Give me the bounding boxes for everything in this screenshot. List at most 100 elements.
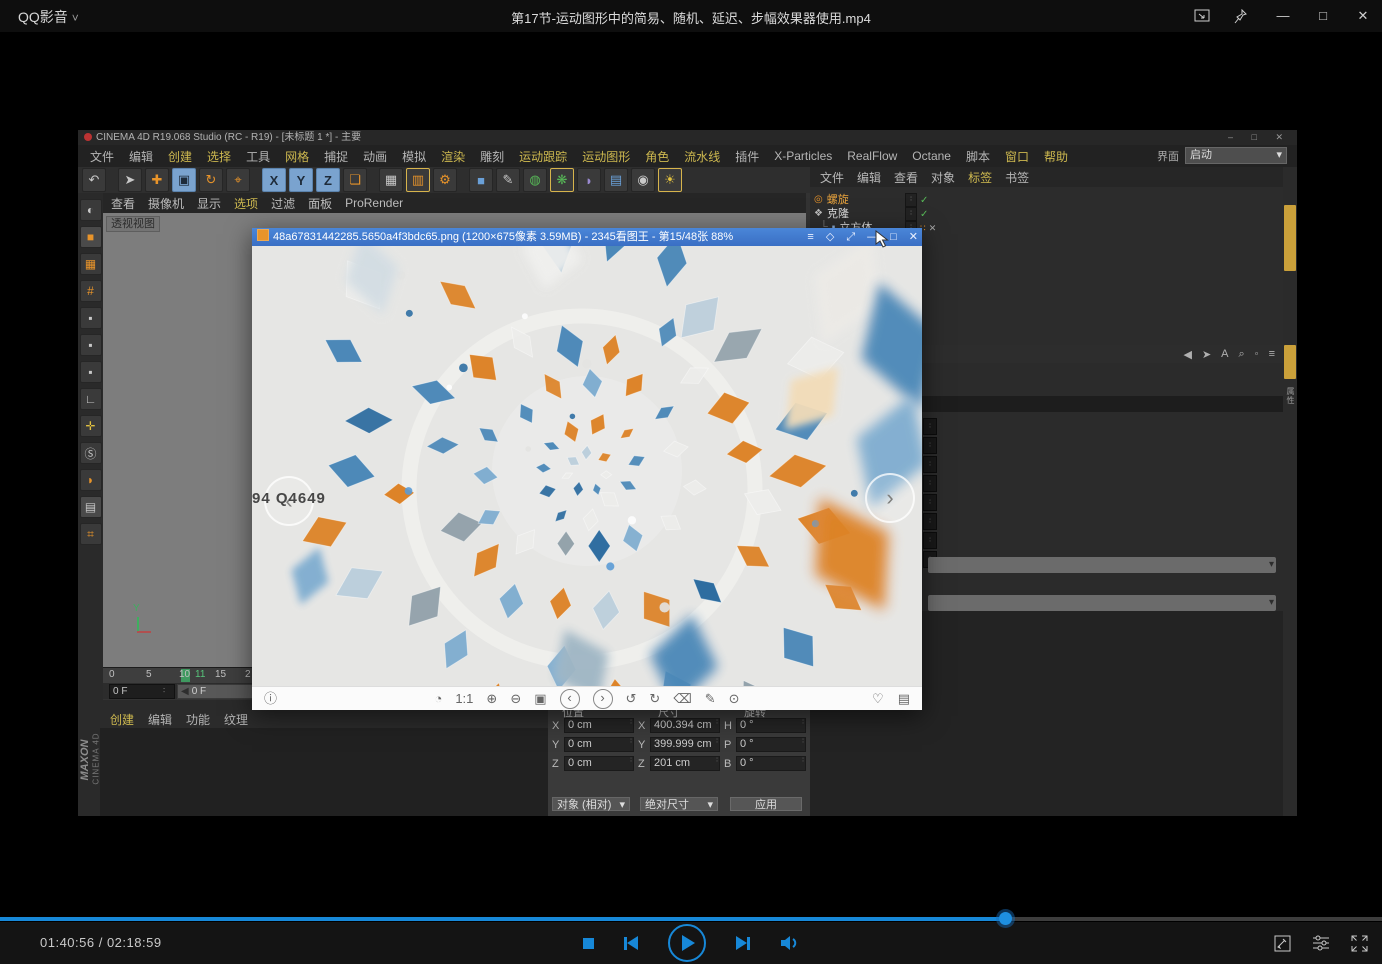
polygons-mode-icon[interactable]: ▪ (80, 361, 102, 383)
locked-workplane-icon[interactable]: ⌗ (80, 523, 102, 545)
volume-button[interactable] (780, 935, 800, 951)
fit-screen-icon[interactable]: ▣ (534, 689, 546, 709)
c4d-menu-item[interactable]: 脚本 (966, 148, 990, 165)
edit-icon[interactable]: ✎ (705, 689, 716, 709)
add-cube-icon[interactable]: ■ (469, 168, 493, 192)
pos-z-field[interactable]: 0 cm∶ (564, 756, 634, 771)
workplane-mode-icon[interactable]: # (80, 280, 102, 302)
edges-mode-icon[interactable]: ▪ (80, 334, 102, 356)
value-stepper[interactable]: ∶ (923, 475, 937, 492)
axis-mode-icon[interactable]: ∟ (80, 388, 102, 410)
history-back-icon[interactable]: ◀ (1183, 348, 1191, 361)
lock-x-button[interactable]: X (262, 168, 286, 192)
light-icon[interactable]: ☀ (658, 168, 682, 192)
size-x-field[interactable]: 400.394 cm∶ (650, 718, 720, 733)
screenshot-tool-button[interactable] (1274, 935, 1291, 952)
maximize-button[interactable]: □ (1314, 7, 1332, 25)
lock-z-button[interactable]: Z (316, 168, 340, 192)
material-menu-item[interactable]: 功能 (186, 711, 210, 728)
rotate-icon[interactable]: ↻ (199, 168, 223, 192)
value-stepper[interactable]: ∶ (923, 418, 937, 435)
auto-mode-icon[interactable]: A (1221, 348, 1228, 360)
c4d-menu-item[interactable]: 窗口 (1005, 148, 1029, 165)
c4d-menu-item[interactable]: 文件 (90, 148, 114, 165)
c4d-menu-item[interactable]: 雕刻 (480, 148, 504, 165)
viewport-menu-item[interactable]: 面板 (308, 195, 332, 212)
frame-slider[interactable]: ◀0 F (177, 684, 263, 699)
om-menu-item[interactable]: 对象 (931, 169, 955, 186)
size-z-field[interactable]: 201 cm∶ (650, 756, 720, 771)
c4d-menu-item[interactable]: RealFlow (847, 149, 897, 163)
seek-bar[interactable] (0, 915, 1382, 922)
slideshow-icon[interactable]: ◔ (434, 689, 442, 709)
panel-menu-icon[interactable]: ≡ (1269, 348, 1275, 360)
c4d-menu-item[interactable]: 插件 (735, 148, 759, 165)
folder-icon[interactable]: ▤ (898, 689, 910, 709)
phong-tag-icon[interactable]: ✕ (929, 223, 937, 234)
next-image-icon[interactable]: › (593, 689, 613, 709)
viewport-menu-item[interactable]: 选项 (234, 195, 258, 212)
c4d-menu-item[interactable]: 运动跟踪 (519, 148, 567, 165)
tweak-mode-icon[interactable]: ▤ (80, 496, 102, 518)
pos-y-field[interactable]: 0 cm∶ (564, 737, 634, 752)
live-selection-icon[interactable]: ➤ (118, 168, 142, 192)
interface-dropdown[interactable]: 启动▾ (1185, 147, 1287, 164)
rotate-right-icon[interactable]: ↻ (649, 689, 660, 709)
value-stepper[interactable]: ∶ (923, 513, 937, 530)
layout-tab-orange[interactable] (1284, 205, 1296, 271)
move-icon[interactable]: ✚ (145, 168, 169, 192)
c4d-menu-item[interactable]: 捕捉 (324, 148, 348, 165)
viewport-solo-icon[interactable]: ◗ (80, 469, 102, 491)
c4d-menu-item[interactable]: 流水线 (684, 148, 720, 165)
render-view-icon[interactable]: ▦ (379, 168, 403, 192)
mograph-icon[interactable]: ❋ (550, 168, 574, 192)
om-menu-item[interactable]: 编辑 (857, 169, 881, 186)
render-settings-icon[interactable]: ⚙ (433, 168, 457, 192)
floor-icon[interactable]: ▤ (604, 168, 628, 192)
info-icon[interactable]: ⓘ (264, 689, 277, 709)
c4d-menu-item[interactable]: 角色 (645, 148, 669, 165)
pen-icon[interactable]: ✎ (496, 168, 520, 192)
rot-p-field[interactable]: 0 °∶ (736, 737, 806, 752)
frame-number-field[interactable]: 0 F (109, 684, 175, 699)
om-menu-item[interactable]: 文件 (820, 169, 844, 186)
vertical-tab-label[interactable]: 属性 (1285, 387, 1296, 405)
more-icon[interactable]: ⊙ (729, 689, 740, 709)
subdivision-icon[interactable]: ◍ (523, 168, 547, 192)
rot-b-field[interactable]: 0 °∶ (736, 756, 806, 771)
om-menu-item[interactable]: 标签 (968, 169, 992, 186)
scale-icon[interactable]: ▣ (172, 168, 196, 192)
previous-button[interactable] (624, 936, 638, 950)
zoom-in-icon[interactable]: ⊕ (486, 689, 497, 709)
viewer-fullscreen-icon[interactable]: ⤢ (846, 228, 855, 246)
next-image-overlay-button[interactable]: › (865, 473, 915, 523)
attributes-tab[interactable] (1284, 345, 1296, 379)
value-stepper[interactable]: ∶ (923, 437, 937, 454)
last-tool-icon[interactable]: ⌖ (226, 168, 250, 192)
rot-h-field[interactable]: 0 °∶ (736, 718, 806, 733)
enable-axis-icon[interactable]: ✛ (80, 415, 102, 437)
attribute-slider[interactable]: ▾ (928, 595, 1276, 611)
c4d-menu-item[interactable]: 编辑 (129, 148, 153, 165)
render-picture-icon[interactable]: ▥ (406, 168, 430, 192)
texture-mode-icon[interactable]: ▦ (80, 253, 102, 275)
visibility-toggle[interactable]: ∶ (905, 193, 917, 207)
viewer-image-area[interactable]: 94 Q4649 ‹ › (252, 246, 922, 686)
lock-y-button[interactable]: Y (289, 168, 313, 192)
paint-mode-icon[interactable]: ◐ (80, 199, 102, 221)
stop-button[interactable] (583, 938, 594, 949)
playlist-settings-button[interactable] (1312, 935, 1330, 951)
c4d-menu-item[interactable]: 工具 (246, 148, 270, 165)
enabled-check-icon[interactable]: ✓ (920, 209, 928, 220)
points-mode-icon[interactable]: ▪ (80, 307, 102, 329)
viewer-minimize-button[interactable]: — (867, 228, 878, 246)
c4d-menu-item[interactable]: 帮助 (1044, 148, 1068, 165)
rotate-left-icon[interactable]: ↺ (626, 689, 637, 709)
viewport-menu-item[interactable]: 显示 (197, 195, 221, 212)
visibility-toggle[interactable]: ∶ (905, 207, 917, 221)
object-row-clone[interactable]: ❖ 克隆 (814, 206, 849, 220)
seek-knob[interactable] (999, 912, 1012, 925)
viewer-maximize-button[interactable]: □ (890, 228, 897, 246)
enabled-check-icon[interactable]: ✓ (920, 195, 928, 206)
viewer-menu-icon[interactable]: ≡ (807, 228, 813, 246)
